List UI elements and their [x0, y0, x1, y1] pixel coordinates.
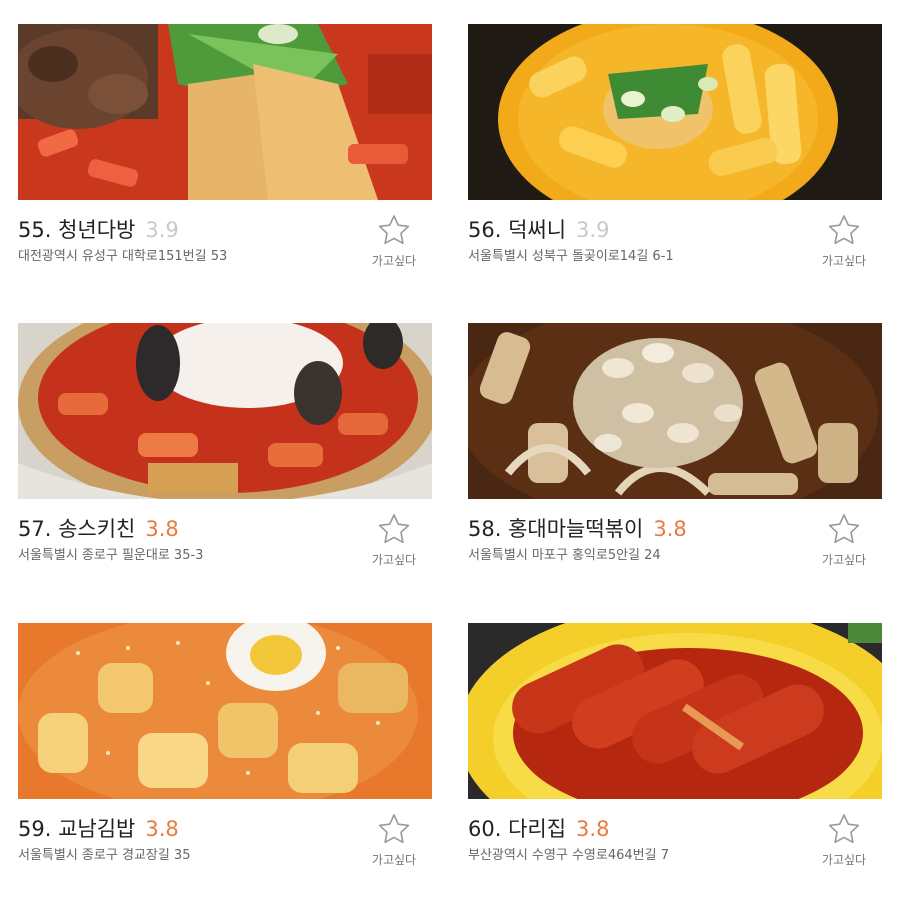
restaurant-address: 서울특별시 성북구 돌곶이로14길 6-1 [468, 249, 674, 264]
wish-button[interactable]: 가고싶다 [814, 813, 874, 868]
restaurant-title[interactable]: 55. 청년다방 3.9 [18, 217, 179, 243]
star-outline-icon [828, 814, 860, 844]
restaurant-rating: 3.8 [145, 817, 179, 841]
restaurant-photo[interactable] [468, 623, 882, 799]
star-outline-icon [378, 814, 410, 844]
restaurant-title[interactable]: 60. 다리집 3.8 [468, 816, 609, 842]
wish-button[interactable]: 가고싶다 [364, 813, 424, 868]
restaurant-card[interactable]: 57. 송스키친 3.8 서울특별시 종로구 필운대로 35-3 가고싶다 [18, 323, 432, 593]
restaurant-photo[interactable] [18, 623, 432, 799]
restaurant-photo[interactable] [468, 323, 882, 499]
food-image [18, 623, 432, 799]
restaurant-name[interactable]: 56. 덕써니 [468, 218, 566, 242]
restaurant-rating: 3.8 [653, 517, 687, 541]
star-outline-icon [828, 514, 860, 544]
wish-label: 가고싶다 [821, 553, 867, 567]
wish-label: 가고싶다 [371, 254, 417, 268]
wish-button[interactable]: 가고싶다 [814, 513, 874, 568]
restaurant-address: 서울특별시 종로구 필운대로 35-3 [18, 548, 204, 563]
restaurant-title[interactable]: 59. 교남김밥 3.8 [18, 816, 179, 842]
star-outline-icon [378, 514, 410, 544]
restaurant-address: 부산광역시 수영구 수영로464번길 7 [468, 848, 669, 863]
restaurant-rating: 3.9 [145, 218, 179, 242]
restaurant-photo[interactable] [18, 24, 432, 200]
restaurant-rating: 3.8 [576, 817, 610, 841]
restaurant-name[interactable]: 60. 다리집 [468, 817, 566, 841]
food-image [468, 323, 882, 499]
restaurant-photo[interactable] [468, 24, 882, 200]
restaurant-card[interactable]: 59. 교남김밥 3.8 서울특별시 종로구 경교장길 35 가고싶다 [18, 623, 432, 893]
restaurant-name[interactable]: 55. 청년다방 [18, 218, 135, 242]
restaurant-card[interactable]: 58. 홍대마늘떡볶이 3.8 서울특별시 마포구 홍익로5안길 24 가고싶다 [468, 323, 882, 593]
food-image [468, 623, 882, 799]
wish-button[interactable]: 가고싶다 [364, 513, 424, 568]
wish-button[interactable]: 가고싶다 [814, 214, 874, 269]
restaurant-card[interactable]: 60. 다리집 3.8 부산광역시 수영구 수영로464번길 7 가고싶다 [468, 623, 882, 893]
restaurant-card[interactable]: 56. 덕써니 3.9 서울특별시 성북구 돌곶이로14길 6-1 가고싶다 [468, 24, 882, 294]
wish-label: 가고싶다 [371, 553, 417, 567]
restaurant-name[interactable]: 57. 송스키친 [18, 517, 135, 541]
star-outline-icon [378, 215, 410, 245]
restaurant-title[interactable]: 57. 송스키친 3.8 [18, 516, 179, 542]
restaurant-address: 대전광역시 유성구 대학로151번길 53 [18, 249, 228, 264]
restaurant-title[interactable]: 58. 홍대마늘떡볶이 3.8 [468, 516, 687, 542]
restaurant-rating: 3.8 [145, 517, 179, 541]
restaurant-photo[interactable] [18, 323, 432, 499]
restaurant-rating: 3.9 [576, 218, 610, 242]
restaurant-name[interactable]: 58. 홍대마늘떡볶이 [468, 517, 643, 541]
wish-label: 가고싶다 [821, 853, 867, 867]
star-outline-icon [828, 215, 860, 245]
wish-button[interactable]: 가고싶다 [364, 214, 424, 269]
restaurant-address: 서울특별시 마포구 홍익로5안길 24 [468, 548, 661, 563]
food-image [18, 323, 432, 499]
restaurant-card[interactable]: 55. 청년다방 3.9 대전광역시 유성구 대학로151번길 53 가고싶다 [18, 24, 432, 294]
restaurant-address: 서울특별시 종로구 경교장길 35 [18, 848, 191, 863]
restaurant-name[interactable]: 59. 교남김밥 [18, 817, 135, 841]
food-image [468, 24, 882, 200]
food-image [18, 24, 432, 200]
restaurant-title[interactable]: 56. 덕써니 3.9 [468, 217, 609, 243]
wish-label: 가고싶다 [821, 254, 867, 268]
wish-label: 가고싶다 [371, 853, 417, 867]
